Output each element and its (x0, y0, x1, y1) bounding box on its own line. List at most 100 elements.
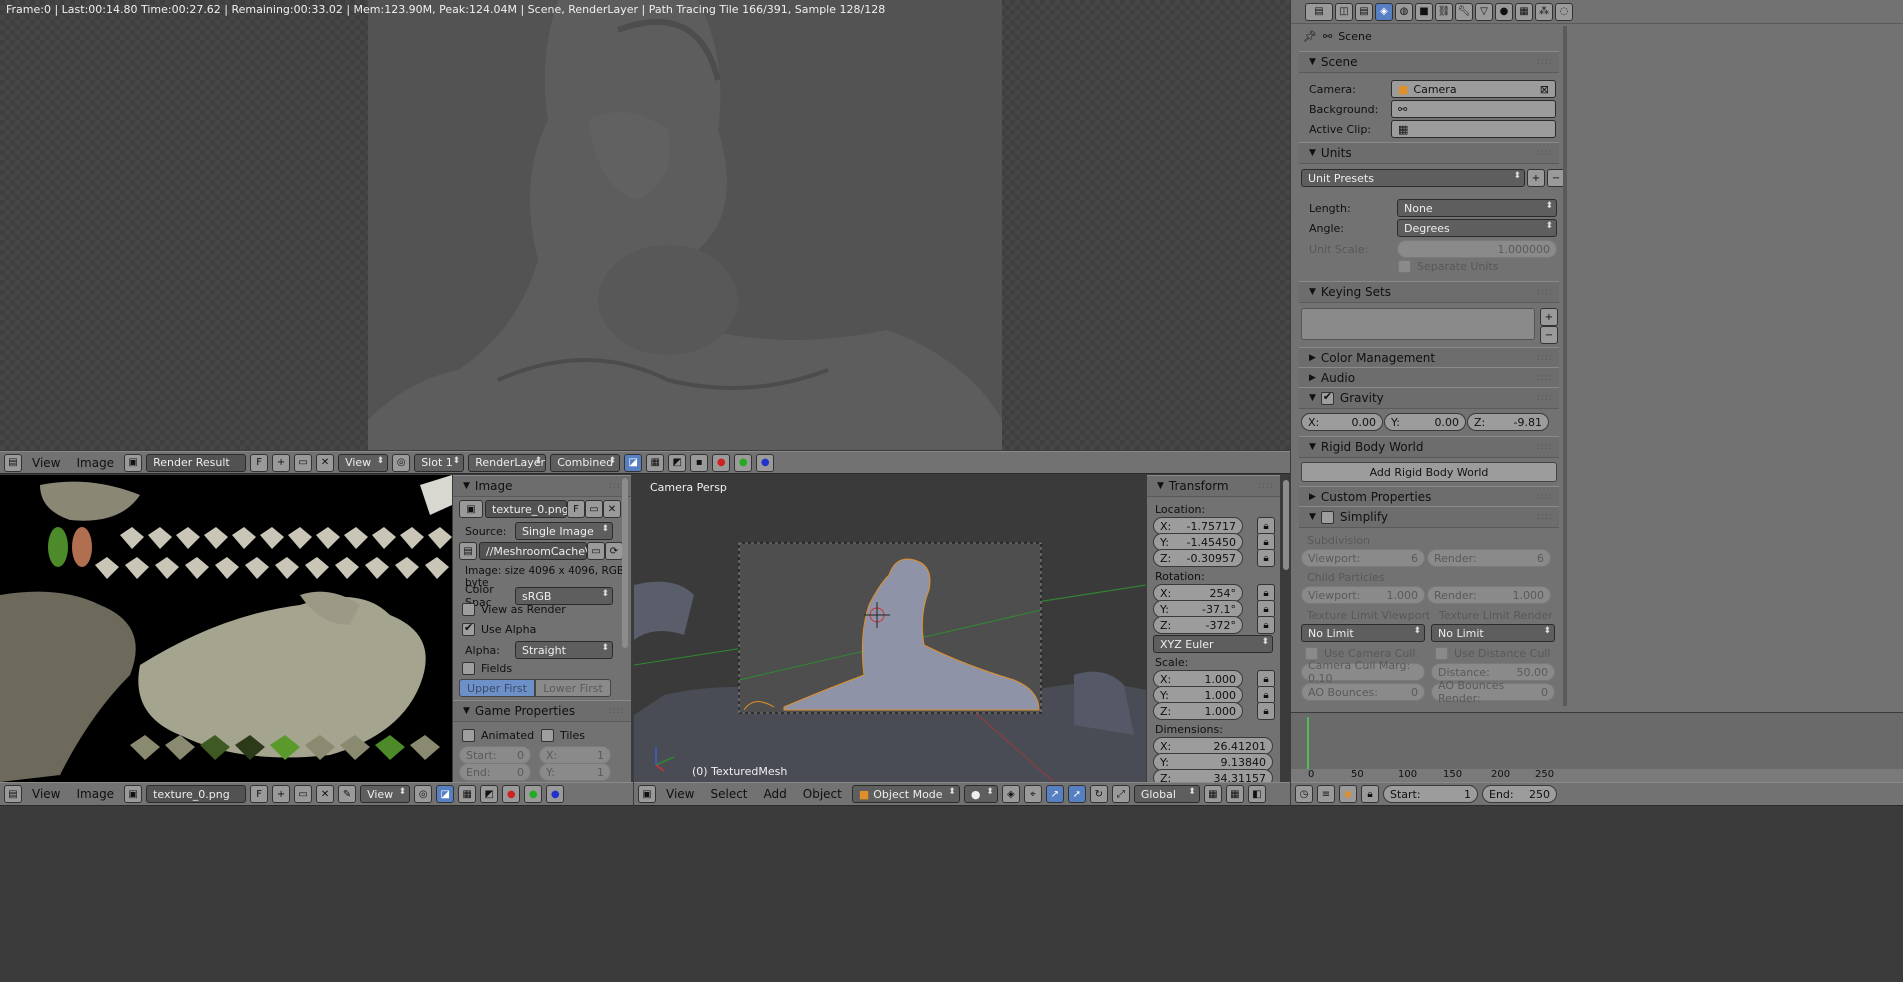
shading-dropdown[interactable]: ● (963, 785, 998, 803)
length-dropdown[interactable]: None (1397, 199, 1557, 217)
custom-properties-panel-header[interactable]: ▶ Custom Properties:::: (1299, 486, 1559, 508)
image-name-field[interactable]: texture_0.png (485, 500, 569, 518)
remove-keying-set-icon[interactable]: − (1540, 326, 1558, 344)
menu-select[interactable]: Select (704, 787, 753, 801)
close-image-icon[interactable]: ✕ (316, 453, 335, 472)
red-channel-icon[interactable]: ● (502, 785, 521, 803)
slot-dropdown[interactable]: Slot 1 (414, 453, 465, 472)
game-properties-header[interactable]: ▼ Game Properties:::: (453, 700, 631, 722)
3d-viewport[interactable]: Camera Persp (0) TexturedMesh (634, 475, 1146, 782)
editor-type-icon[interactable]: ▤ (1305, 2, 1333, 21)
render-icon[interactable]: ◧ (1247, 785, 1266, 803)
pin-icon[interactable]: ✎ (338, 785, 357, 803)
alpha-dropdown[interactable]: Straight (515, 641, 613, 659)
simplify-panel-header[interactable]: ▼ Simplify:::: (1299, 506, 1559, 528)
menu-object[interactable]: Object (797, 787, 848, 801)
timeline[interactable]: 0 50 100 150 200 250 (1291, 712, 1903, 782)
scene-panel-header[interactable]: ▼ Scene:::: (1299, 51, 1559, 73)
image-name-field[interactable]: texture_0.png (146, 785, 247, 803)
dimension-z-field[interactable]: Z: 34.31157 (1153, 769, 1273, 782)
green-channel-icon[interactable]: ● (734, 453, 753, 472)
menu-icon[interactable]: ≡ (1317, 785, 1335, 803)
pass-dropdown[interactable]: Combined (550, 453, 621, 472)
image-browse-icon[interactable]: ▣ (124, 453, 143, 472)
fake-user-button[interactable]: F (567, 500, 585, 518)
texture-limit-render-dropdown[interactable]: No Limit (1431, 624, 1555, 642)
view-as-render-checkbox[interactable]: View as Render (462, 603, 566, 616)
render-layers-tab-icon[interactable]: ▤ (1355, 2, 1373, 21)
active-clip-field[interactable]: ▦ (1391, 120, 1556, 138)
mode-dropdown[interactable]: ■ Object Mode (851, 785, 960, 803)
add-keying-set-icon[interactable]: + (1540, 308, 1558, 326)
upper-first-button[interactable]: Upper First (459, 679, 535, 697)
units-panel-header[interactable]: ▼ Units:::: (1299, 142, 1559, 164)
snap-icon[interactable]: ⌖ (1023, 785, 1042, 803)
rigid-body-panel-header[interactable]: ▼ Rigid Body World:::: (1299, 436, 1559, 458)
menu-view[interactable]: View (26, 787, 66, 801)
start-frame-field[interactable]: Start: 1 (1383, 785, 1478, 803)
viewport-particles-field[interactable]: Viewport: 1.000 (1301, 586, 1425, 604)
menu-view[interactable]: View (660, 787, 700, 801)
anim-end-field[interactable]: End: 0 (459, 763, 531, 781)
draw-color-alpha-icon[interactable]: ◪ (436, 785, 455, 803)
draw-zbuffer-icon[interactable]: ◩ (480, 785, 499, 803)
draw-color-icon[interactable]: ▪ (690, 453, 709, 472)
lock-location-z-icon[interactable]: 🔒︎ (1257, 549, 1275, 567)
image-browse-icon[interactable]: ▣ (459, 500, 483, 518)
menu-image[interactable]: Image (70, 456, 120, 470)
transform-panel-scrollbar[interactable] (1283, 480, 1289, 570)
add-preset-icon[interactable]: + (1527, 169, 1545, 187)
tiles-x-field[interactable]: X: 1 (539, 746, 611, 764)
transform-panel-header[interactable]: ▼ Transform:::: (1147, 475, 1280, 497)
scene-tab-icon[interactable]: ◈ (1375, 2, 1393, 21)
draw-zbuffer-icon[interactable]: ◩ (668, 453, 687, 472)
modifiers-tab-icon[interactable]: 🔧︎ (1455, 2, 1473, 21)
draw-alpha-icon[interactable]: ▦ (458, 785, 477, 803)
scale-icon[interactable]: ⤢ (1111, 785, 1130, 803)
object-tab-icon[interactable]: ■ (1415, 2, 1433, 21)
menu-view[interactable]: View (26, 456, 66, 470)
material-tab-icon[interactable]: ● (1495, 2, 1513, 21)
gravity-z-field[interactable]: Z: -9.81 (1467, 413, 1549, 431)
fake-user-button[interactable]: F (250, 785, 269, 803)
lock-rotation-z-icon[interactable]: 🔒︎ (1257, 616, 1275, 634)
fields-checkbox[interactable]: Fields (462, 662, 512, 675)
render-result-view[interactable]: Frame:0 | Last:00:14.80 Time:00:27.62 | … (0, 0, 1290, 450)
orientation-dropdown[interactable]: Global (1133, 785, 1200, 803)
pivot-icon[interactable]: ◎ (392, 453, 411, 472)
pivot-icon[interactable]: ◈ (1001, 785, 1020, 803)
blue-channel-icon[interactable]: ● (756, 453, 775, 472)
physics-tab-icon[interactable]: ◌ (1555, 2, 1573, 21)
render-subdivision-field[interactable]: Render: 6 (1427, 549, 1551, 567)
add-rigid-body-button[interactable]: Add Rigid Body World (1301, 462, 1557, 482)
editor-type-icon[interactable]: ◷ (1295, 785, 1313, 803)
image-panel-header[interactable]: ▼ Image:::: (453, 475, 631, 497)
properties-scrollbar[interactable] (1563, 26, 1567, 706)
editor-type-icon[interactable]: ▣ (638, 785, 656, 803)
texture-tab-icon[interactable]: ▦ (1515, 2, 1533, 21)
image-panel-scrollbar[interactable] (622, 478, 628, 648)
unlink-image-icon[interactable]: ✕ (603, 500, 621, 518)
viewport-subdivision-field[interactable]: Viewport: 6 (1301, 549, 1425, 567)
use-alpha-checkbox[interactable]: Use Alpha (462, 621, 536, 636)
lower-first-button[interactable]: Lower First (535, 679, 611, 697)
simplify-checkbox[interactable] (1320, 510, 1334, 524)
filepath-field[interactable]: //MeshroomCache\Te... (479, 542, 611, 560)
data-tab-icon[interactable]: ▽ (1475, 2, 1493, 21)
rotation-z-field[interactable]: Z: -372° (1153, 616, 1243, 634)
tiles-y-field[interactable]: Y: 1 (539, 763, 611, 781)
reload-icon[interactable]: ⟳ (605, 542, 623, 560)
pin-icon[interactable]: 📌︎ (1303, 30, 1317, 43)
layer-dropdown[interactable]: RenderLayer (468, 453, 547, 472)
open-image-icon[interactable]: ▭ (294, 453, 313, 472)
ao-bounces-field[interactable]: AO Bounces: 0 (1301, 683, 1425, 701)
new-image-icon[interactable]: + (272, 785, 291, 803)
tiles-checkbox[interactable]: Tiles (541, 729, 585, 742)
keying-sets-panel-header[interactable]: ▼ Keying Sets:::: (1299, 281, 1559, 303)
color-management-panel-header[interactable]: ▶ Color Management:::: (1299, 347, 1559, 369)
unit-presets-dropdown[interactable]: Unit Presets (1301, 169, 1525, 187)
gravity-x-field[interactable]: X: 0.00 (1301, 413, 1383, 431)
green-channel-icon[interactable]: ● (524, 785, 543, 803)
browse-file-icon[interactable]: ▭ (587, 542, 605, 560)
scale-z-field[interactable]: Z: 1.000 (1153, 702, 1243, 720)
